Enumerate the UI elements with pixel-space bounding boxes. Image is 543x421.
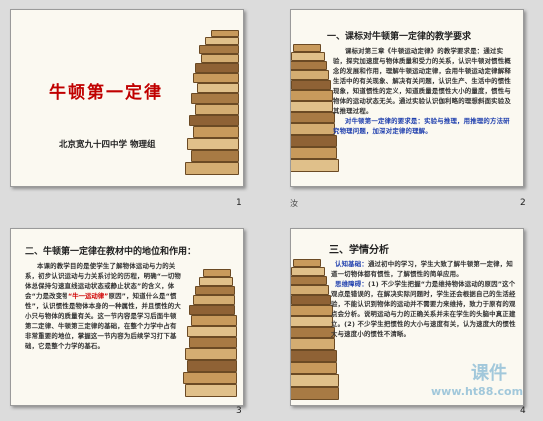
watermark-url: www.ht88.com xyxy=(431,385,524,398)
slide-title: 牛顿第一定律 xyxy=(49,83,163,103)
slide-marker: 汝 xyxy=(290,199,298,208)
highlight-term: “牛一运动律” xyxy=(67,291,110,300)
text-thinking-obstacles: (1) 不少学生把握“力是维持物体运动的原因”这个观点是错误的，在解决实际问题时… xyxy=(331,280,516,338)
slide-number-2: 2 xyxy=(520,198,526,208)
label-cognitive-basis: 认知基础： xyxy=(335,260,368,268)
slide-number-3: 3 xyxy=(236,406,242,416)
slide-heading: 二、牛顿第一定律在教材中的地位和作用： xyxy=(25,247,197,257)
cognitive-basis: 认知基础：通过初中的学习，学生大致了解牛顿第一定律，知道一切物体都有惯性，了解惯… xyxy=(331,259,517,279)
slide-thumbnail-2[interactable]: 一、课标对牛顿第一定律的教学要求 课标对第三章《牛顿运动定律》的教学要求是：通过… xyxy=(290,9,524,187)
slide-heading: 三、学情分析 xyxy=(329,245,389,256)
slide-thumbnail-1[interactable]: 牛顿第一定律 北京宽九十四中学 物理组 xyxy=(10,9,244,187)
paragraph-law-requirement: 对牛顿第一定律的要求是：实验与推理，用推理的方法研究物理问题，加深对定律的理解。 xyxy=(333,117,510,135)
paragraph-role: 本课的教学目的是使学生了解物体运动与力的关系，初步认识运动与力关系讨论的历程，明… xyxy=(25,262,181,350)
slide-body: 课标对第三章《牛顿运动定律》的教学要求是：通过实验，探究加速度与物体质量和受力的… xyxy=(333,46,515,136)
paragraph-requirements: 课标对第三章《牛顿运动定律》的教学要求是：通过实验，探究加速度与物体质量和受力的… xyxy=(333,47,511,115)
watermark-logo: 课件 xyxy=(471,363,507,384)
slide-thumbnail-4[interactable]: 三、学情分析 认知基础：通过初中的学习，学生大致了解牛顿第一定律，知道一切物体都… xyxy=(290,228,524,406)
slide-thumbnail-3[interactable]: 二、牛顿第一定律在教材中的地位和作用： 本课的教学目的是使学生了解物体运动与力的… xyxy=(10,228,244,406)
books-illustration xyxy=(171,30,241,180)
slide-subtitle: 北京宽九十四中学 物理组 xyxy=(59,140,156,150)
slide-body: 认知基础：通过初中的学习，学生大致了解牛顿第一定律，知道一切物体都有惯性，了解惯… xyxy=(331,259,517,339)
slide-number-4: 4 xyxy=(520,406,526,416)
thinking-obstacles: 思维障碍：(1) 不少学生把握“力是维持物体运动的原因”这个观点是错误的，在解决… xyxy=(331,279,517,339)
slide-number-1: 1 xyxy=(236,198,242,208)
books-illustration xyxy=(179,269,243,405)
slide-heading: 一、课标对牛顿第一定律的教学要求 xyxy=(327,32,472,42)
slide-body: 本课的教学目的是使学生了解物体运动与力的关系，初步认识运动与力关系讨论的历程，明… xyxy=(25,261,183,351)
label-thinking-obstacles: 思维障碍： xyxy=(335,280,368,288)
